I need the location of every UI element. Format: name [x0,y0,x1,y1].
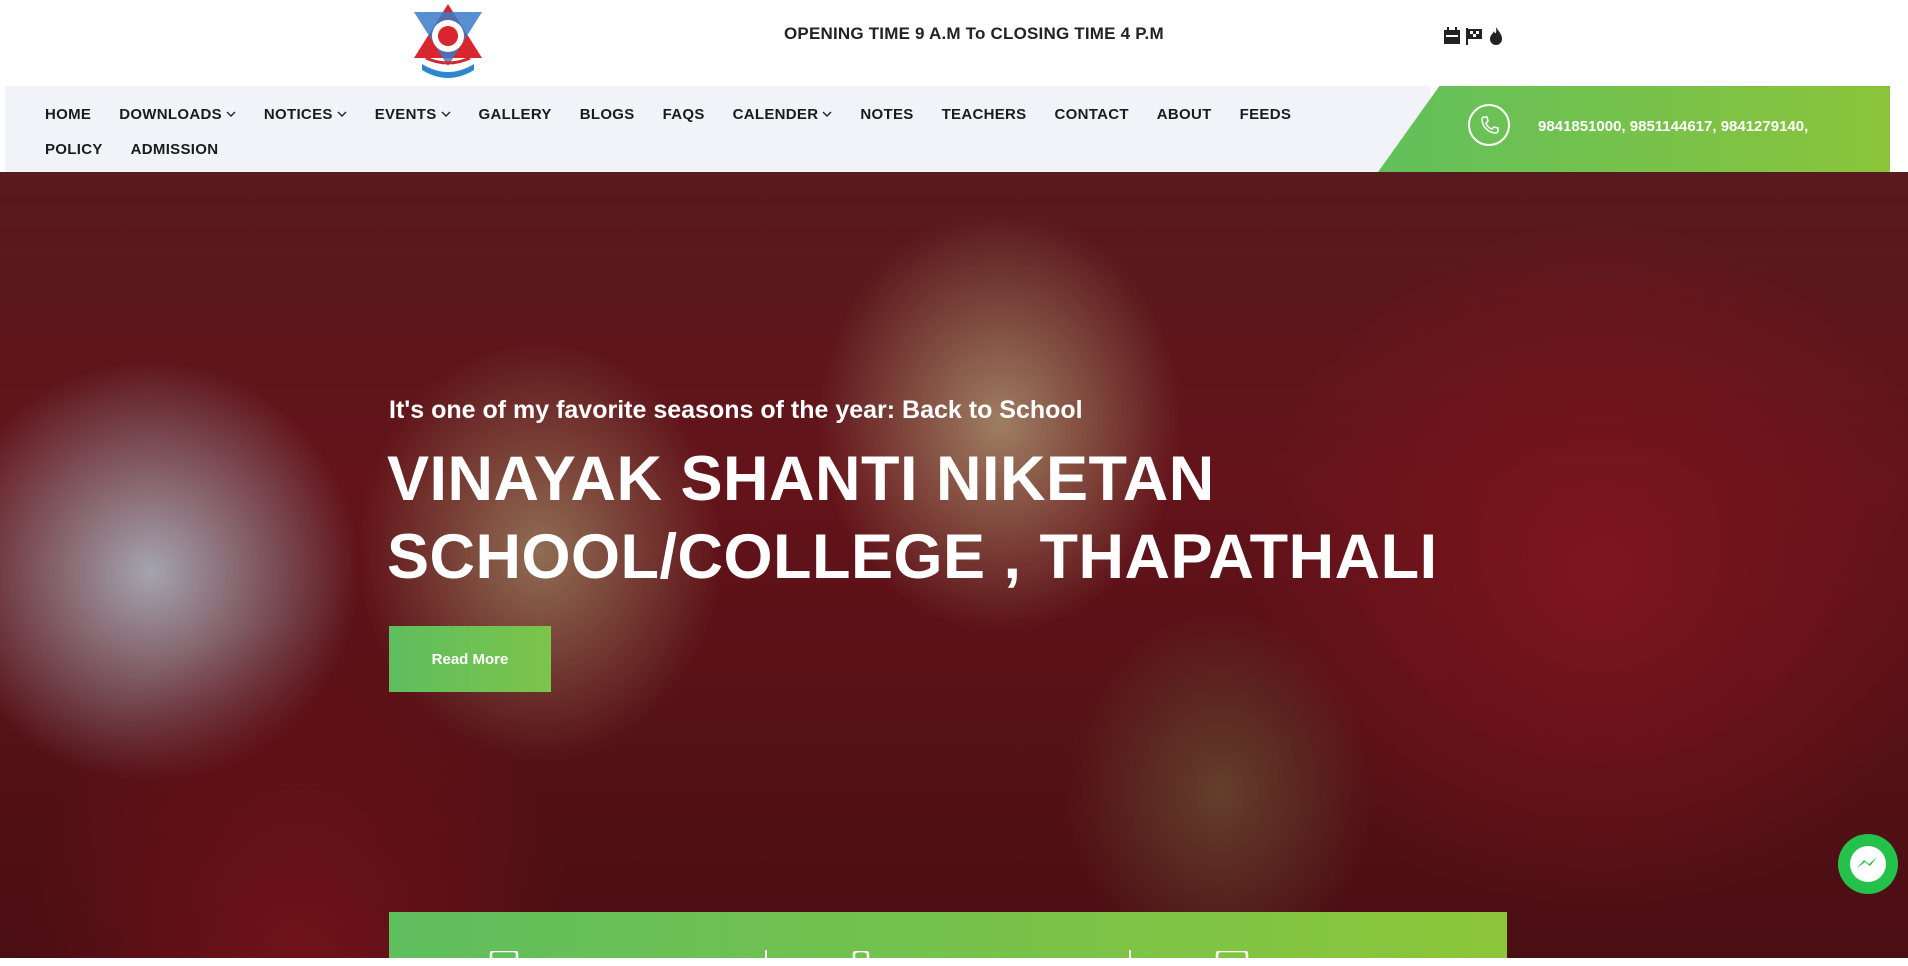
nav-label: NOTICES [263,105,333,123]
hero-title-line-1: VINAYAK SHANTI NIKETAN [387,444,1215,514]
nav-label: CALENDER [732,105,819,123]
nav-item-contact[interactable]: CONTACT [1054,102,1128,126]
nav-item-faqs[interactable]: FAQS [663,102,705,126]
opening-time-text: OPENING TIME 9 A.M To CLOSING TIME 4 P.M [784,24,1164,43]
nav-label: FEEDS [1239,105,1292,123]
chevron-down-icon [822,111,832,117]
chevron-down-icon [441,111,451,117]
messenger-icon [1850,846,1886,882]
flag-icon[interactable] [1464,25,1484,47]
nav-item-admission[interactable]: ADMISSION [131,137,219,161]
nav-label: FAQS [662,105,705,123]
school-logo[interactable] [404,0,492,82]
main-navigation: HOME DOWNLOADS NOTICES EVENTS GALLERY BL… [5,86,1430,172]
chevron-down-icon [226,111,236,117]
nav-item-home[interactable]: HOME [45,102,91,126]
nav-item-gallery[interactable]: GALLERY [479,102,552,126]
nav-row-2: POLICY ADMISSION [45,137,246,161]
nav-label: POLICY [45,140,103,158]
nav-item-blogs[interactable]: BLOGS [580,102,635,126]
fire-icon[interactable] [1486,25,1506,47]
divider [765,950,767,958]
nav-item-notices[interactable]: NOTICES [264,102,347,126]
nav-item-events[interactable]: EVENTS [375,102,451,126]
nav-label: CONTACT [1054,105,1129,123]
nav-row-1: HOME DOWNLOADS NOTICES EVENTS GALLERY BL… [45,102,1319,126]
nav-item-about[interactable]: ABOUT [1157,102,1212,126]
hero-title: VINAYAK SHANTI NIKETAN SCHOOL/COLLEGE , … [387,440,1487,596]
nav-item-feeds[interactable]: FEEDS [1240,102,1292,126]
nav-label: HOME [45,105,92,123]
nav-label: DOWNLOADS [119,105,222,123]
divider [1129,950,1131,958]
nav-item-policy[interactable]: POLICY [45,137,103,161]
nav-label: ADMISSION [130,140,219,158]
calendar-icon[interactable] [1442,25,1462,47]
nav-label: BLOGS [579,105,635,123]
chevron-down-icon [337,111,347,117]
nav-label: ABOUT [1156,105,1212,123]
phone-icon[interactable] [1468,104,1510,146]
book-icon [844,948,878,961]
phone-numbers[interactable]: 9841851000, 9851144617, 9841279140, [1538,118,1808,135]
nav-label: EVENTS [374,105,437,123]
info-strip [389,912,1507,961]
nav-label: NOTES [860,105,914,123]
bus-icon [487,948,521,961]
nav-item-calender[interactable]: CALENDER [733,102,833,126]
nav-item-teachers[interactable]: TEACHERS [942,102,1027,126]
hero-title-line-2: SCHOOL/COLLEGE , THAPATHALI [387,522,1438,592]
read-more-button[interactable]: Read More [389,626,551,692]
nav-label: TEACHERS [941,105,1027,123]
top-header: OPENING TIME 9 A.M To CLOSING TIME 4 P.M [0,0,1908,86]
nav-item-notes[interactable]: NOTES [860,102,913,126]
computer-icon [1215,948,1249,961]
top-icon-group [1442,25,1506,47]
messenger-chat-button[interactable] [1838,834,1898,894]
nav-item-downloads[interactable]: DOWNLOADS [119,102,236,126]
hero-subtitle: It's one of my favorite seasons of the y… [389,396,1083,424]
nav-label: GALLERY [478,105,552,123]
